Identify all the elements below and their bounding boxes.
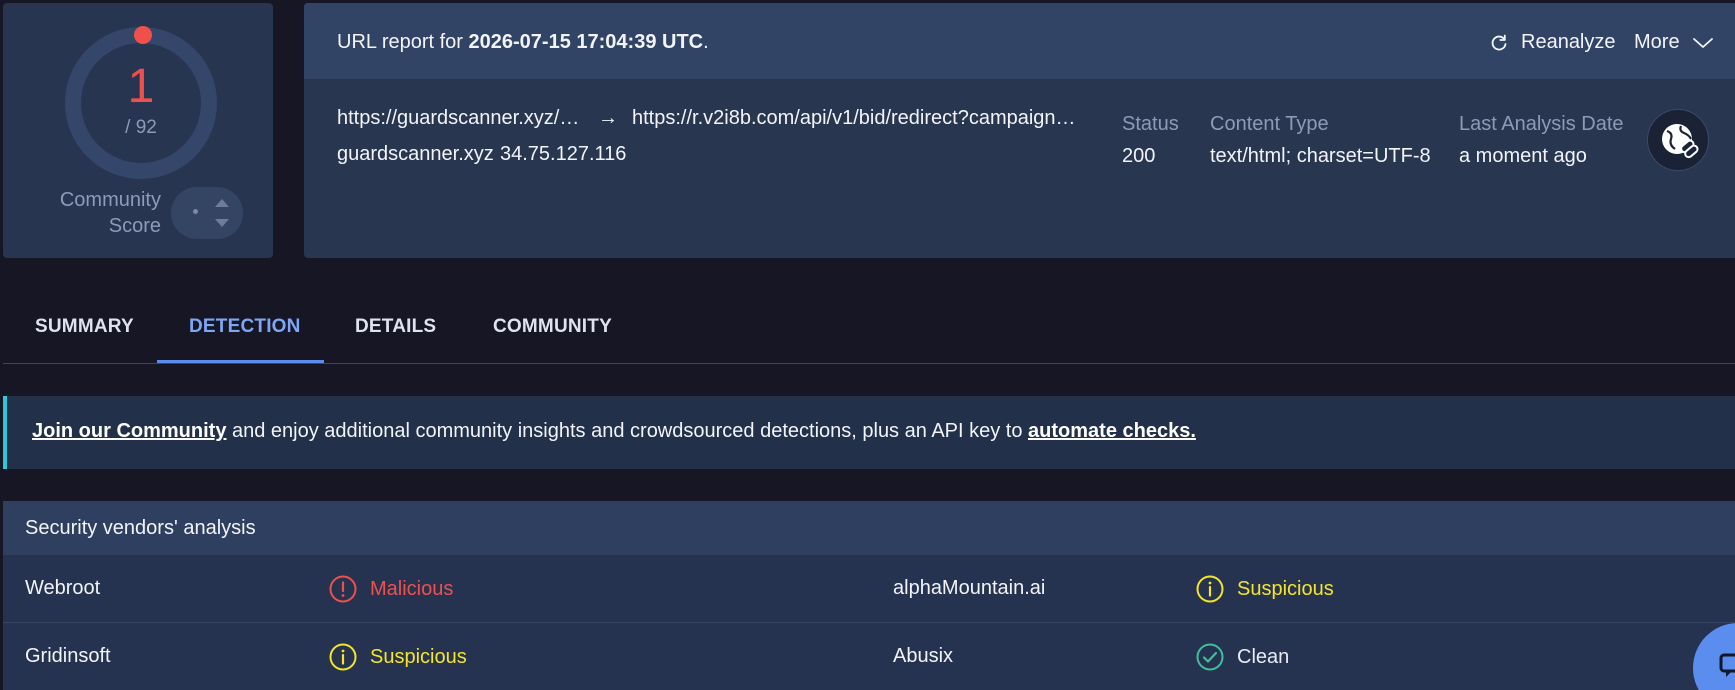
detection-count: 1 (127, 60, 155, 113)
detection-gauge: 1 / 92 (61, 23, 221, 183)
vendor-row: Gridinsoft Suspicious Abusix Clean (3, 623, 1735, 690)
tab-details[interactable]: DETAILS (355, 316, 436, 338)
vendor-result: Suspicious (1196, 575, 1334, 603)
tab-summary[interactable]: SUMMARY (35, 316, 134, 338)
content-type-value: text/html; charset=UTF-8 (1210, 145, 1431, 167)
redirect-arrow-icon: → (598, 107, 618, 129)
chevron-down-icon (1692, 37, 1713, 48)
url-type-badge (1647, 109, 1709, 171)
final-url[interactable]: https://r.v2i8b.com/api/v1/bid/redirect?… (632, 107, 1094, 130)
report-header: URL report for 2026-07-15 17:04:39 UTC. … (304, 3, 1735, 79)
globe-link-icon (1662, 124, 1699, 159)
report-title-prefix: URL report for (337, 31, 469, 53)
tab-community[interactable]: COMMUNITY (493, 316, 612, 338)
vote-dot-icon (193, 209, 198, 214)
vendor-name: Abusix (893, 645, 954, 667)
vendor-result: Suspicious (329, 643, 467, 671)
report-title: URL report for 2026-07-15 17:04:39 UTC. (337, 31, 709, 54)
vendors-title: Security vendors' analysis (25, 517, 256, 539)
community-banner: Join our Community and enjoy additional … (3, 396, 1735, 469)
vendor-row: Webroot Malicious alphaMountain.ai Suspi… (3, 555, 1735, 623)
last-analysis-label: Last Analysis Date (1459, 113, 1624, 135)
automate-checks-link[interactable]: automate checks. (1028, 420, 1196, 442)
vendor-result: Malicious (329, 575, 453, 603)
reanalyze-label: Reanalyze (1521, 31, 1616, 53)
info-circle-icon (329, 643, 357, 671)
vendor-name: Gridinsoft (25, 645, 111, 667)
join-community-link[interactable]: Join our Community (32, 420, 226, 442)
source-url[interactable]: https://guardscanner.xyz/… (337, 107, 579, 130)
active-tab-indicator (157, 360, 324, 363)
more-label: More (1634, 31, 1680, 53)
vendor-result: Clean (1196, 643, 1289, 671)
community-vote-control[interactable] (171, 187, 243, 239)
vendor-result-label: Clean (1237, 645, 1290, 668)
engine-total: / 92 (125, 117, 157, 138)
vote-down-icon[interactable] (215, 219, 229, 227)
reanalyze-button[interactable]: Reanalyze (1489, 31, 1616, 54)
last-analysis-value: a moment ago (1459, 145, 1587, 167)
vendors-analysis: Security vendors' analysis Webroot Malic… (3, 501, 1735, 690)
more-menu-button[interactable]: More (1634, 31, 1714, 54)
alert-circle-icon (329, 575, 357, 603)
content-type-label: Content Type (1210, 113, 1329, 135)
domain-link[interactable]: guardscanner.xyz (337, 143, 494, 166)
vendors-header: Security vendors' analysis (3, 501, 1735, 555)
banner-middle-text: and enjoy additional community insights … (226, 420, 1029, 442)
report-title-suffix: . (703, 31, 709, 53)
status-label: Status (1122, 113, 1179, 135)
check-circle-icon (1196, 643, 1224, 671)
community-score-label: Community Score (59, 189, 161, 237)
ip-link[interactable]: 34.75.127.116 (500, 143, 626, 166)
vendor-result-label: Suspicious (370, 645, 467, 668)
report-tabs: SUMMARY DETECTION DETAILS COMMUNITY (3, 290, 1735, 364)
vote-up-icon[interactable] (215, 199, 229, 207)
url-report-panel: URL report for 2026-07-15 17:04:39 UTC. … (304, 3, 1735, 258)
community-score-card: 1 / 92 Community Score (3, 3, 273, 258)
chat-icon (1719, 653, 1735, 677)
tab-detection[interactable]: DETECTION (189, 316, 301, 338)
info-circle-icon (1196, 575, 1224, 603)
vendor-name: Webroot (25, 577, 101, 599)
reload-icon (1491, 34, 1507, 50)
vendor-result-label: Malicious (370, 577, 454, 600)
vendor-result-label: Suspicious (1237, 577, 1334, 600)
vendor-name: alphaMountain.ai (893, 577, 1046, 599)
status-value: 200 (1122, 145, 1156, 167)
report-date: 2026-07-15 17:04:39 UTC (468, 31, 704, 53)
banner-text: Join our Community and enjoy additional … (32, 420, 1196, 443)
